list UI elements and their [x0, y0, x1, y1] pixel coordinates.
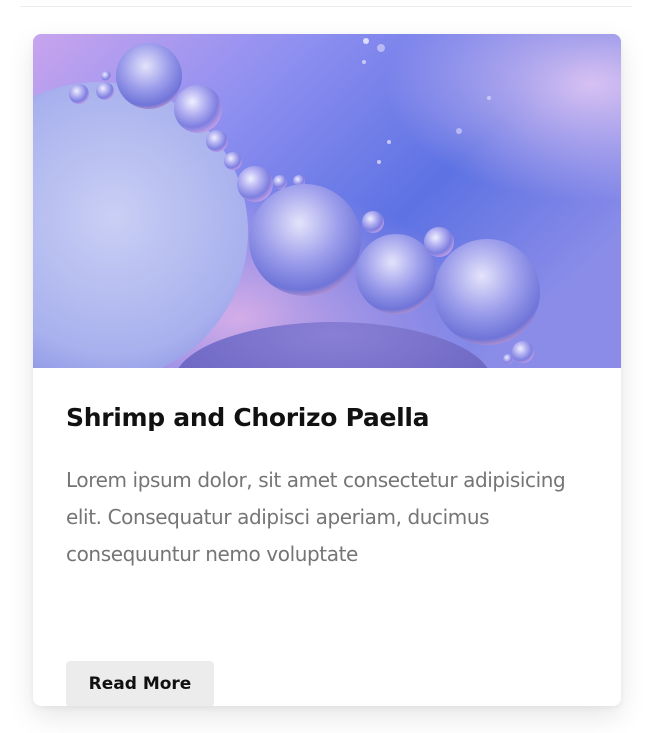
recipe-card: Shrimp and Chorizo Paella Lorem ipsum do…: [33, 34, 621, 706]
top-divider: [20, 6, 632, 7]
read-more-button[interactable]: Read More: [66, 661, 214, 706]
card-image: [33, 34, 621, 368]
card-description: Lorem ipsum dolor, sit amet consectetur …: [66, 468, 566, 566]
card-title: Shrimp and Chorizo Paella: [66, 403, 430, 432]
